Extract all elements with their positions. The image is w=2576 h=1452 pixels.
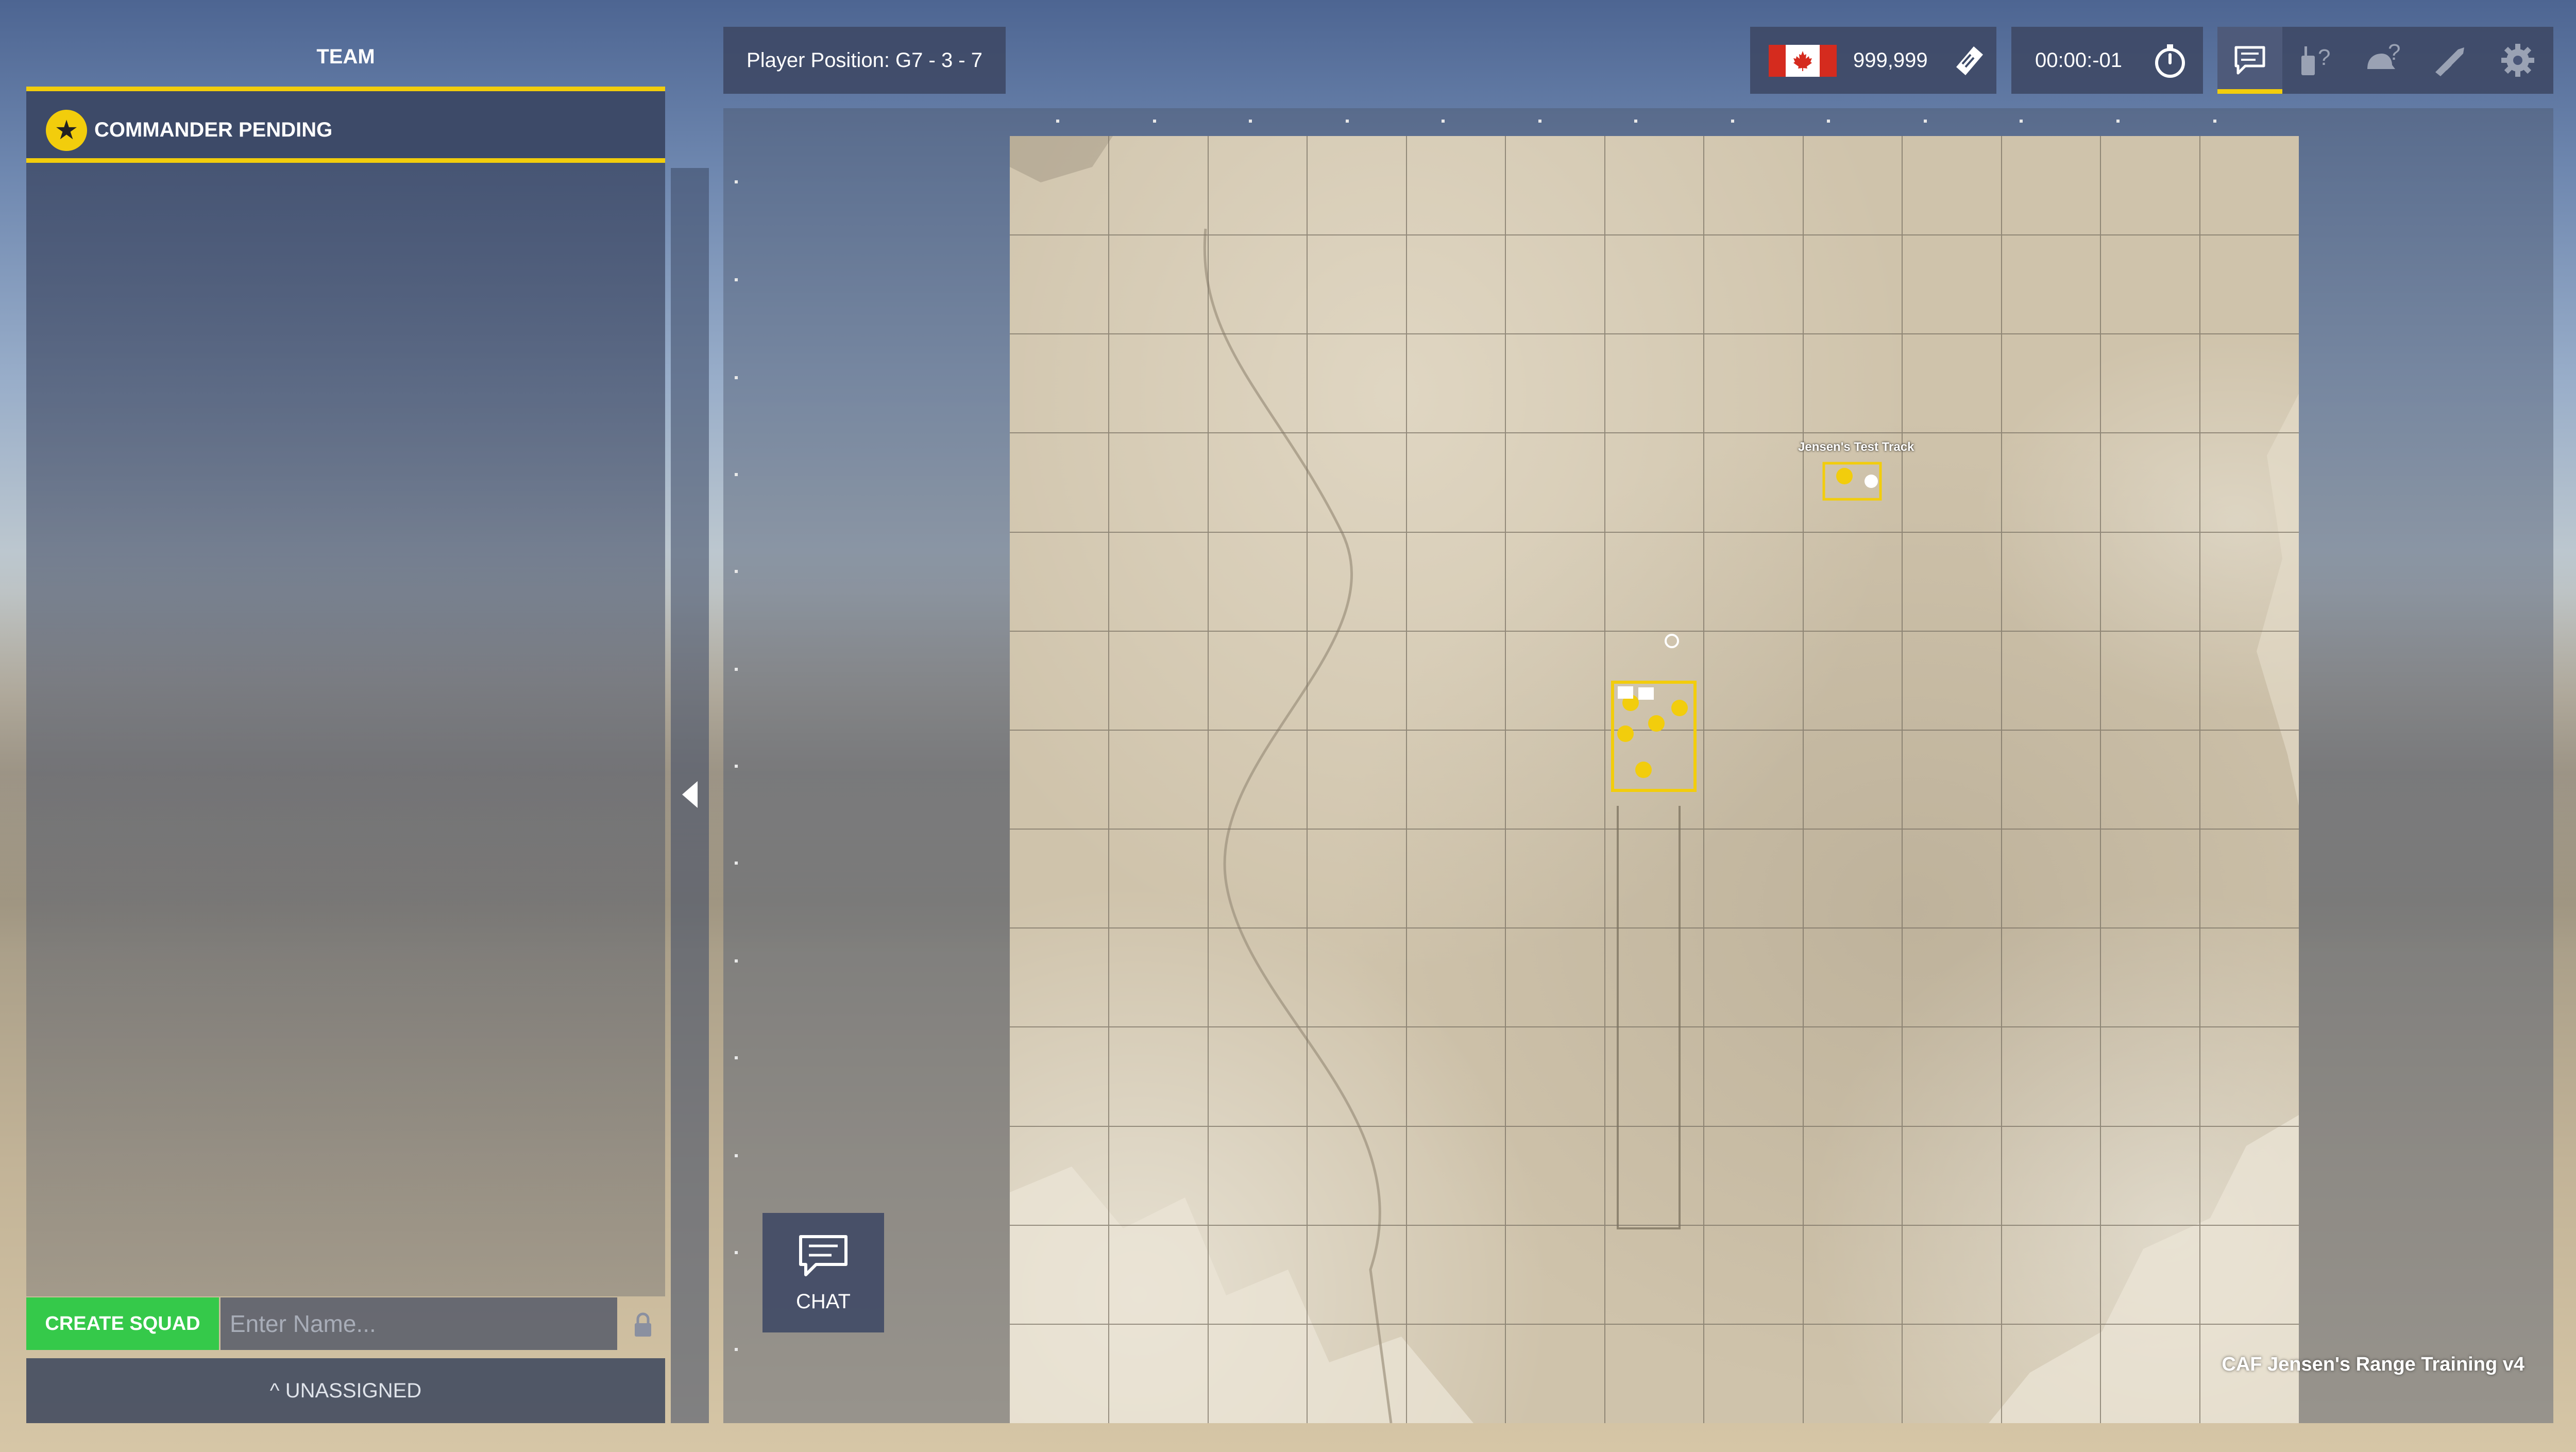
ticket-count: 999,999	[1853, 49, 1928, 72]
ticket-counter: 999,999	[1750, 27, 1996, 94]
poi-label[interactable]: Jensen's Test Track	[1798, 440, 1914, 454]
commander-bar[interactable]: ★ COMMANDER PENDING	[26, 87, 665, 163]
svg-text:?: ?	[2318, 45, 2330, 70]
menu-strip: ? ?	[2217, 27, 2553, 94]
rifle-button[interactable]	[2418, 27, 2483, 94]
create-squad-button[interactable]: CREATE SQUAD	[26, 1297, 219, 1350]
chat-icon	[2234, 46, 2265, 75]
unassigned-toggle[interactable]: ^ UNASSIGNED	[26, 1358, 665, 1423]
settings-button[interactable]	[2485, 27, 2550, 94]
team-panel-title: TEAM	[316, 45, 375, 68]
collapse-arrow-icon[interactable]	[682, 781, 698, 808]
chat-menu-button[interactable]	[2217, 27, 2282, 94]
radio-help-icon: ?	[2301, 45, 2330, 75]
map-terrain	[1010, 136, 2299, 1423]
helmet-help-button[interactable]: ?	[2351, 27, 2416, 94]
chevron-up-icon: ^	[269, 1379, 280, 1402]
map-frame: Jensen's Test Track	[723, 108, 2553, 1423]
helmet-help-icon: ?	[2367, 42, 2400, 69]
squad-list	[26, 163, 665, 1296]
chat-button[interactable]: CHAT	[762, 1213, 884, 1332]
star-icon: ★	[46, 110, 87, 151]
chat-label: CHAT	[796, 1290, 851, 1313]
svg-text:?: ?	[2388, 42, 2400, 65]
chat-icon	[799, 1235, 848, 1276]
commander-label: COMMANDER PENDING	[94, 119, 333, 141]
tactical-map[interactable]: Jensen's Test Track	[1010, 136, 2299, 1423]
timer-value: 00:00:-01	[2035, 49, 2123, 72]
unassigned-label: UNASSIGNED	[285, 1379, 422, 1402]
ticket-icon	[1956, 46, 1983, 75]
rifle-icon	[2435, 47, 2464, 76]
match-timer: 00:00:-01	[2011, 27, 2203, 94]
player-position-readout: Player Position: G7 - 3 - 7	[723, 27, 1006, 94]
lock-icon[interactable]	[628, 1309, 658, 1340]
stopwatch-icon	[2155, 44, 2185, 78]
map-title: CAF Jensen's Range Training v4	[2222, 1354, 2524, 1375]
radio-help-button[interactable]: ?	[2284, 27, 2349, 94]
panel-collapse-strip[interactable]	[671, 168, 709, 1423]
squad-name-input[interactable]	[221, 1297, 617, 1350]
canada-flag-icon	[1769, 45, 1837, 77]
gear-icon	[2501, 44, 2534, 77]
